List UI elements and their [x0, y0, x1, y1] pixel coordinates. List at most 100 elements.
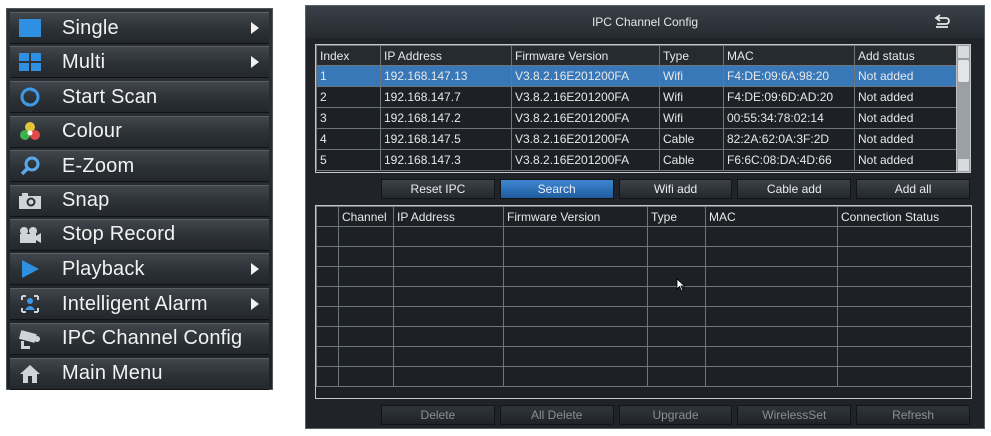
scroll-thumb[interactable] [958, 60, 969, 82]
colour-icon [18, 121, 42, 143]
table-cell [705, 346, 838, 367]
menu-item-start-scan[interactable]: Start Scan [10, 81, 269, 114]
column-header: MAC [705, 206, 838, 227]
column-header: Type [659, 45, 724, 66]
table-cell [837, 326, 971, 347]
table-cell: 5 [316, 149, 381, 171]
table-cell [338, 286, 394, 307]
scrollbar[interactable] [956, 45, 970, 172]
table-cell [338, 366, 394, 387]
table-cell [837, 286, 971, 307]
table-row[interactable] [316, 306, 971, 327]
submenu-arrow-icon [251, 298, 259, 311]
table-cell: Wifi [659, 65, 724, 87]
add-all-button[interactable]: Add all [856, 179, 970, 199]
menu-item-colour[interactable]: Colour [10, 115, 269, 148]
menu-item-intelligent-alarm[interactable]: Intelligent Alarm [10, 288, 269, 321]
menu-item-label: E-Zoom [62, 154, 135, 177]
cable-add-button[interactable]: Cable add [737, 179, 852, 199]
back-icon[interactable] [934, 14, 950, 30]
table-row[interactable]: 5 192.168.147.3 V3.8.2.16E201200FA Cable F6:… [316, 149, 957, 171]
table-row[interactable]: 3 192.168.147.2 V3.8.2.16E201200FA Wifi 00:5… [316, 107, 957, 129]
menu-item-ipc-channel-config[interactable]: IPC Channel Config [10, 322, 269, 355]
table-cell: Not added [854, 107, 957, 129]
table-cell [705, 246, 838, 267]
menu-item-playback[interactable]: Playback [10, 253, 269, 286]
scroll-down-button[interactable] [958, 159, 969, 171]
table-cell [503, 266, 648, 287]
table-cell [503, 306, 648, 327]
table-cell: F6:6C:08:DA:4D:66 [723, 149, 855, 171]
table-row[interactable]: 4 192.168.147.5 V3.8.2.16E201200FA Cable 82:… [316, 128, 957, 150]
table-cell [393, 326, 504, 347]
table-cell [705, 286, 838, 307]
search-button[interactable]: Search [499, 179, 614, 199]
menu-item-stop-record[interactable]: Stop Record [10, 218, 269, 251]
table-cell [393, 226, 504, 247]
table-cell [647, 326, 706, 347]
refresh-button[interactable]: Refresh [856, 405, 970, 425]
ipc-channel-config-window: IPC Channel Config Index IP Address Firmwa… [305, 5, 985, 429]
multi-view-icon [18, 51, 42, 73]
menu-item-label: Colour [62, 120, 123, 143]
table-cell: 192.168.147.7 [380, 86, 512, 108]
table-cell [837, 266, 971, 287]
table-cell: Wifi [659, 86, 724, 108]
menu-item-snap[interactable]: Snap [10, 184, 269, 217]
window-title: IPC Channel Config [306, 6, 984, 38]
menu-item-single[interactable]: Single [10, 12, 269, 44]
table-cell [316, 326, 339, 347]
table-cell: V3.8.2.16E201200FA [511, 65, 660, 87]
column-header: Channel [338, 206, 394, 227]
table-row[interactable] [316, 286, 971, 307]
menu-item-multi[interactable]: Multi [10, 46, 269, 79]
table-cell [837, 366, 971, 387]
table-cell: V3.8.2.16E201200FA [511, 128, 660, 150]
menu-item-e-zoom[interactable]: E-Zoom [10, 150, 269, 183]
submenu-arrow-icon [251, 22, 259, 34]
wirelessset-button[interactable]: WirelessSet [737, 405, 852, 425]
menu-item-label: Playback [62, 257, 145, 280]
submenu-arrow-icon [251, 56, 259, 69]
table-row[interactable]: 2 192.168.147.7 V3.8.2.16E201200FA Wifi F4:D… [316, 86, 957, 108]
table-cell [393, 366, 504, 387]
upgrade-button[interactable]: Upgrade [618, 405, 733, 425]
table-cell [338, 266, 394, 287]
table-cell [393, 266, 504, 287]
table-cell [316, 226, 339, 247]
table-header: Index IP Address Firmware Version Type MAC Ad… [316, 45, 957, 66]
table-cell [647, 366, 706, 387]
table-cell [647, 306, 706, 327]
alarm-icon [18, 293, 42, 315]
table-cell [503, 326, 648, 347]
table-cell: F4:DE:09:6D:AD:20 [723, 86, 855, 108]
table-cell: V3.8.2.16E201200FA [511, 149, 660, 171]
delete-button[interactable]: Delete [381, 405, 495, 425]
magnifier-icon [18, 155, 42, 177]
table-row[interactable] [316, 246, 971, 267]
table-row[interactable] [316, 366, 971, 387]
table-cell: V3.8.2.16E201200FA [511, 107, 660, 129]
table-row[interactable] [316, 266, 971, 287]
menu-item-label: IPC Channel Config [62, 327, 243, 350]
table-row[interactable] [316, 326, 971, 347]
table-row[interactable]: 1 192.168.147.13 V3.8.2.16E201200FA Wifi F4:… [316, 65, 957, 87]
table-cell: 1 [316, 65, 381, 87]
table-cell: Not added [854, 65, 957, 87]
menu-item-label: Single [62, 16, 119, 39]
table-row[interactable] [316, 226, 971, 247]
table-cell: 4 [316, 128, 381, 150]
discovered-devices-table: Index IP Address Firmware Version Type MAC Ad… [315, 44, 971, 173]
table-cell: Cable [659, 128, 724, 150]
table-cell: 00:55:34:78:02:14 [723, 107, 855, 129]
scroll-up-button[interactable] [958, 46, 969, 58]
camera-icon [18, 190, 42, 212]
reset-ipc-button[interactable]: Reset IPC [381, 179, 495, 199]
all-delete-button[interactable]: All Delete [499, 405, 614, 425]
menu-item-main-menu[interactable]: Main Menu [10, 357, 269, 390]
wifi-add-button[interactable]: Wifi add [618, 179, 733, 199]
scan-icon [18, 86, 42, 108]
table-cell: 82:2A:62:0A:3F:2D [723, 128, 855, 150]
table-row[interactable] [316, 346, 971, 367]
table-cell [393, 346, 504, 367]
